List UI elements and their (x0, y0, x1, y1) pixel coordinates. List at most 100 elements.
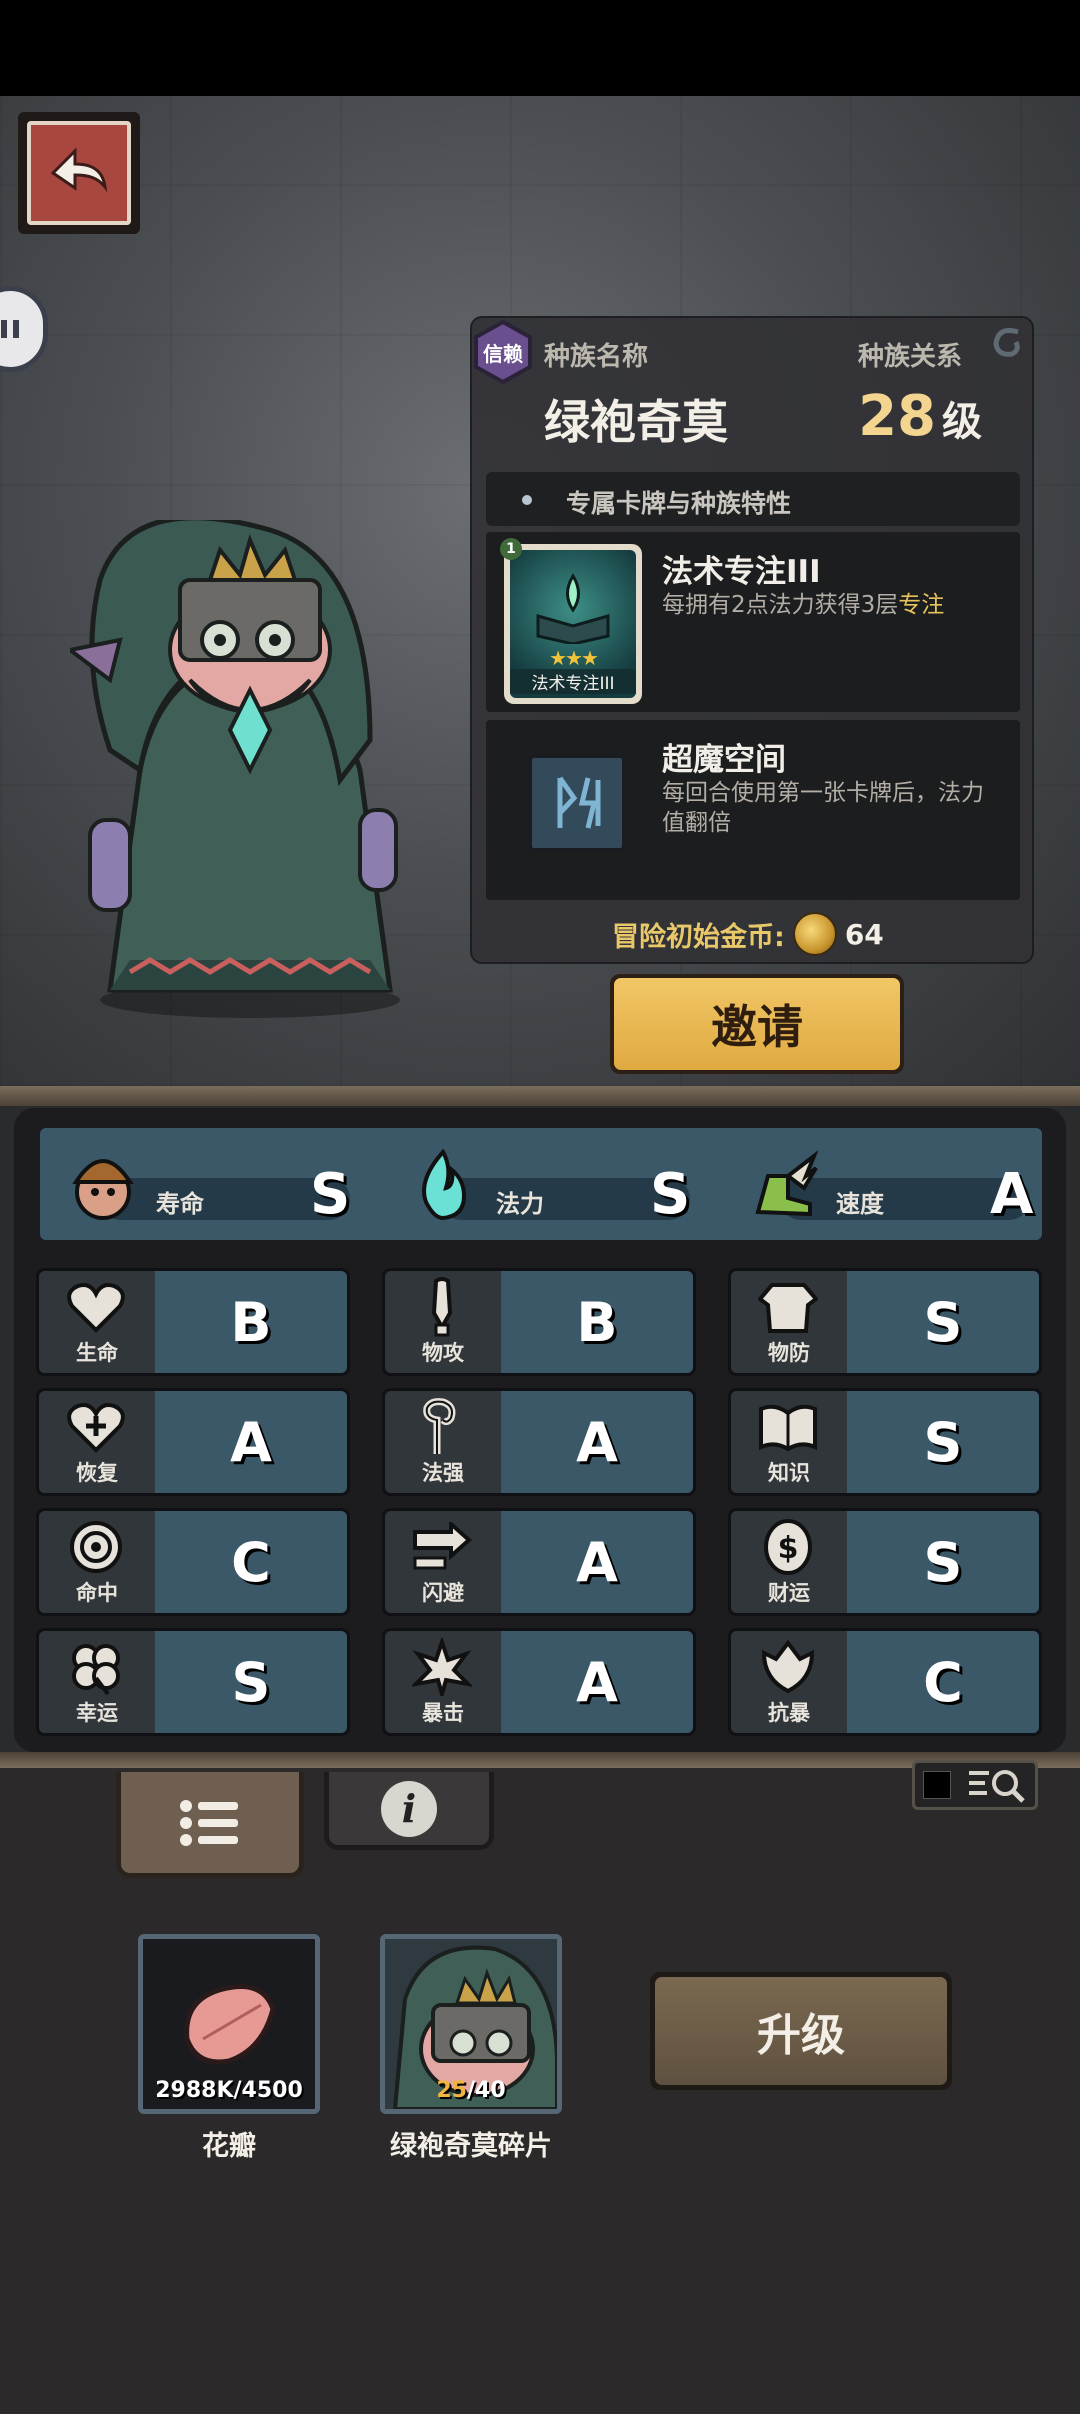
heart-icon (67, 1283, 125, 1333)
stat-tile-phys-atk: 物攻 B (382, 1268, 696, 1376)
stat-grade: S (923, 1531, 963, 1594)
stat-label: 生命 (76, 1341, 118, 1365)
race-trait-row[interactable]: 超魔空间 每回合使用第一张卡牌后，法力值翻倍 (486, 720, 1020, 900)
search-list-icon (969, 1770, 1025, 1803)
upgrade-button-label: 升级 (655, 1977, 947, 2085)
stat-tile-crit-resist: 抗暴 C (728, 1628, 1042, 1736)
trait-description: 每回合使用第一张卡牌后，法力值翻倍 (662, 780, 984, 836)
item-count-current: 25 (436, 2078, 467, 2103)
race-name: 绿袍奇莫 (544, 395, 728, 449)
section-title: 专属卡牌与种族特性 (566, 489, 792, 518)
stat-lifespan: 寿命 S (60, 1128, 380, 1240)
stat-speed-grade: A (990, 1162, 1034, 1227)
stat-label: 幸运 (76, 1701, 118, 1725)
race-level-unit: 级 (942, 399, 982, 445)
winged-boot-icon (755, 1150, 818, 1217)
stat-tile-luck: 幸运 S (36, 1628, 350, 1736)
trait-title: 超魔空间 (662, 742, 786, 778)
stat-grade: C (231, 1531, 271, 1594)
back-arrow-icon (50, 147, 108, 193)
stat-mana: 法力 S (400, 1128, 720, 1240)
stat-tile-knowledge: 知识 S (728, 1388, 1042, 1496)
checkbox-icon (923, 1771, 951, 1799)
status-bar (0, 0, 1080, 96)
card-description-highlight: 专注 (898, 592, 945, 618)
item-count-total: /4500 (233, 2078, 303, 2103)
stat-label: 财运 (768, 1581, 810, 1605)
card-caption: 法术专注III (510, 669, 636, 694)
stat-tile-crit: 暴击 A (382, 1628, 696, 1736)
stat-label: 物攻 (422, 1341, 464, 1365)
heart-plus-icon (67, 1403, 125, 1453)
stat-grade: S (231, 1651, 271, 1714)
gold-coin-icon (792, 912, 837, 956)
svg-text:$: $ (778, 1531, 799, 1566)
invite-button[interactable]: 邀请 (610, 974, 904, 1074)
item-petal-name: 花瓣 (202, 2131, 256, 2162)
staff-icon (423, 1398, 456, 1454)
starting-gold: 冒险初始金币: 64 (612, 912, 884, 956)
card-stars: ★★★ (549, 646, 599, 670)
coin-icon: $ (764, 1519, 812, 1575)
stat-mana-grade: S (650, 1162, 691, 1227)
helmet-face-icon (72, 1159, 134, 1220)
shield-flower-icon (761, 1639, 815, 1694)
item-count: 25/40 (385, 2078, 557, 2103)
item-petal[interactable]: 2988K/4500 (138, 1934, 320, 2114)
spell-card-icon[interactable]: ★★★ 法术专注III 1 (500, 538, 642, 704)
bullet-icon (522, 495, 532, 505)
stat-lifespan-grade: S (310, 1162, 351, 1227)
item-count-current: 2988K (155, 2078, 234, 2103)
stat-label: 恢复 (76, 1461, 118, 1485)
stat-grade: A (230, 1411, 272, 1474)
card-title: 法术专注III (662, 554, 821, 590)
tab-list-view[interactable] (116, 1772, 304, 1878)
pause-icon (1, 320, 19, 338)
upgrade-button[interactable]: 升级 (650, 1972, 952, 2090)
book-icon (759, 1404, 817, 1452)
armor-icon (758, 1283, 818, 1333)
clover-icon (72, 1644, 120, 1696)
stat-grade: B (576, 1291, 618, 1354)
starting-gold-label: 冒险初始金币: (612, 921, 785, 953)
stat-label: 暴击 (422, 1701, 464, 1725)
invite-button-label: 邀请 (614, 978, 900, 1070)
crit-icon (412, 1638, 472, 1696)
starting-gold-value: 64 (844, 917, 884, 951)
card-count-badge: 1 (500, 538, 522, 560)
stat-tile-accuracy: 命中 C (36, 1508, 350, 1616)
stat-label: 闪避 (422, 1581, 464, 1605)
stat-label: 命中 (76, 1581, 118, 1605)
dash-arrow-icon (413, 1522, 473, 1570)
stat-lifespan-label: 寿命 (156, 1190, 204, 1218)
exclusive-cards-header: 专属卡牌与种族特性 (486, 472, 1020, 526)
stat-grade: A (576, 1651, 618, 1714)
item-race-shard-name: 绿袍奇莫碎片 (390, 2131, 552, 2162)
stat-grade: C (923, 1651, 963, 1714)
blue-flame-icon (422, 1148, 467, 1221)
swirl-icon (993, 328, 1020, 357)
card-description: 每拥有2点法力获得3层专注 (662, 590, 1002, 620)
stat-grade: B (230, 1291, 272, 1354)
back-button[interactable] (18, 112, 140, 234)
stat-label: 抗暴 (768, 1701, 810, 1725)
race-level-number: 28 (858, 384, 936, 449)
card-description-text: 每拥有2点法力获得3层 (662, 592, 899, 618)
stat-speed-label: 速度 (836, 1190, 884, 1218)
stat-tile-phys-def: 物防 S (728, 1268, 1042, 1376)
race-info-panel: 信赖 种族名称 种族关系 绿袍奇莫 28 级 专属卡牌与种族特性 ★★★ 法术专… (470, 316, 1034, 964)
stat-grade: A (576, 1411, 618, 1474)
core-stats-bar: 寿命 S 法力 S 速度 A (36, 1124, 1046, 1244)
trust-badge-label: 信赖 (483, 342, 523, 366)
item-count-total: /40 (466, 2078, 506, 2103)
info-icon: i (381, 1780, 437, 1837)
stat-speed: 速度 A (740, 1128, 1060, 1240)
stat-grade: A (576, 1531, 618, 1594)
tab-info[interactable]: i (324, 1772, 494, 1850)
sword-icon (431, 1277, 453, 1337)
stat-tile-spell-power: 法强 A (382, 1388, 696, 1496)
stat-grade: S (923, 1411, 963, 1474)
exclusive-card-row[interactable]: ★★★ 法术专注III 1 法术专注III 每拥有2点法力获得3层专注 (486, 532, 1020, 712)
filter-toggle[interactable] (912, 1760, 1038, 1810)
item-race-shard[interactable]: 25/40 (380, 1934, 562, 2114)
